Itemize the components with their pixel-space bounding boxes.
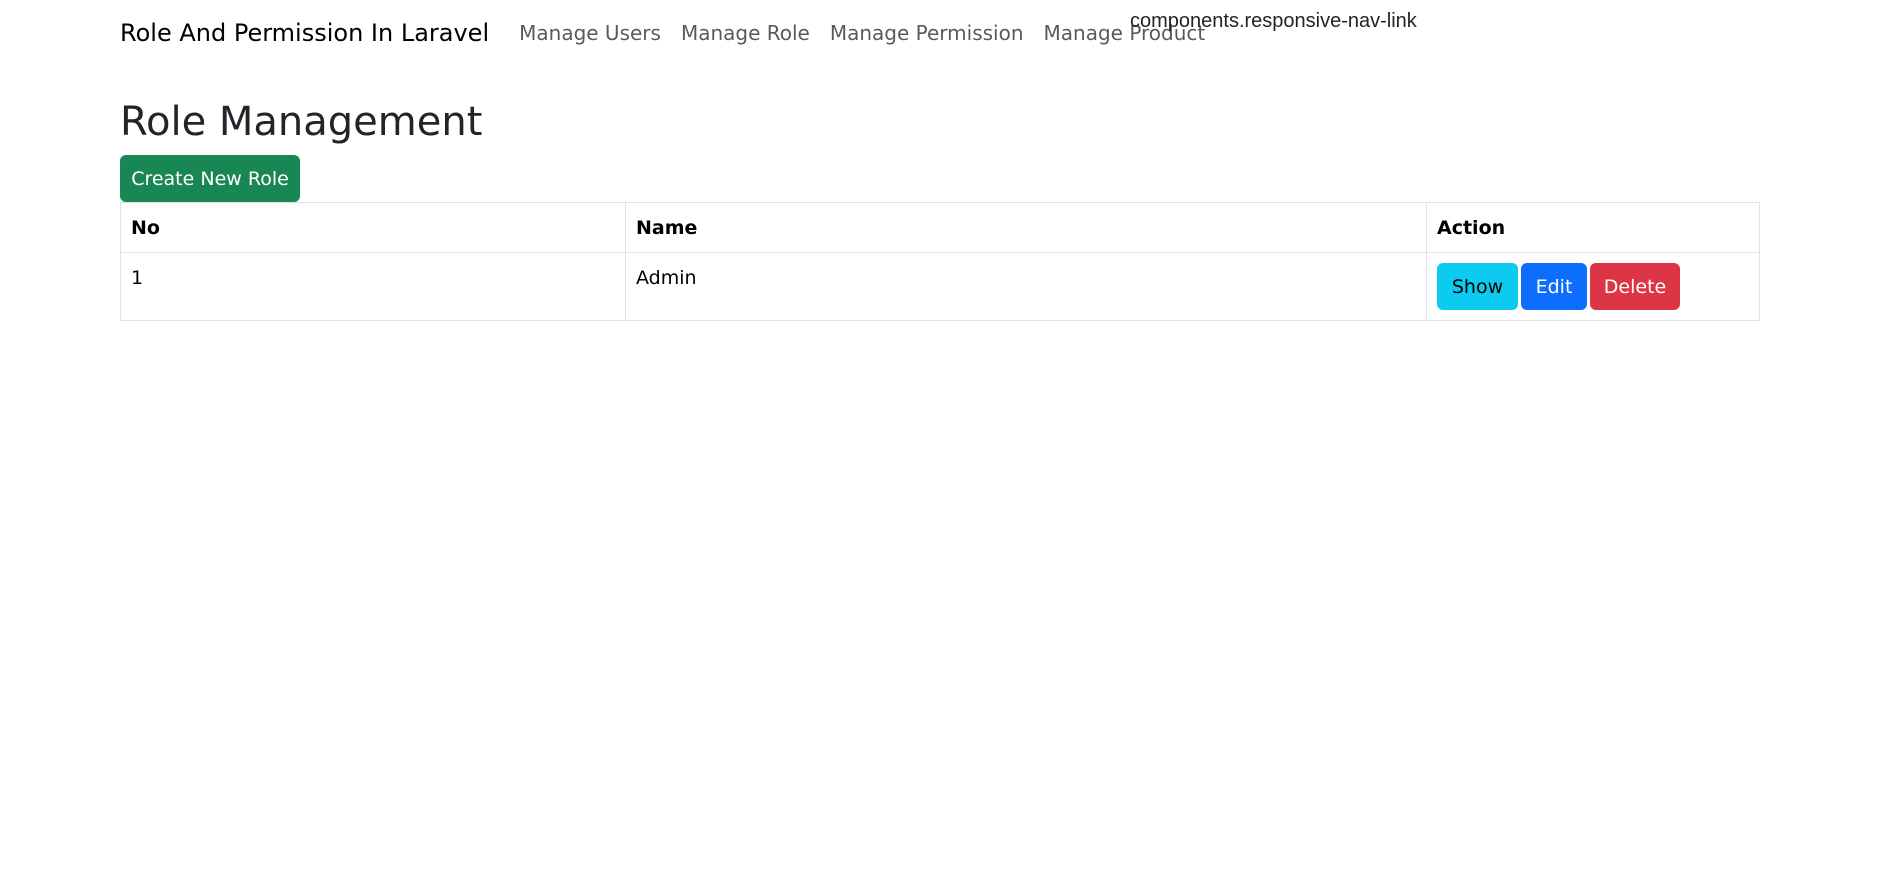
nav-link-manage-permission[interactable]: Manage Permission: [820, 21, 1034, 45]
table-row: 1 Admin Show Edit Delete: [120, 252, 1760, 321]
cell-no: 1: [120, 252, 626, 321]
column-header-name: Name: [625, 202, 1427, 253]
delete-button[interactable]: Delete: [1590, 263, 1680, 310]
page-title: Role Management: [120, 99, 483, 145]
nav-link-manage-role[interactable]: Manage Role: [671, 21, 820, 45]
table-header-row: No Name Action: [120, 202, 1760, 253]
navbar: Role And Permission In Laravel Manage Us…: [120, 0, 1215, 66]
navbar-brand[interactable]: Role And Permission In Laravel: [120, 19, 489, 47]
roles-table: No Name Action 1 Admin Show Edit Delete: [120, 202, 1760, 321]
edit-button[interactable]: Edit: [1521, 263, 1587, 310]
cell-name: Admin: [625, 252, 1427, 321]
responsive-nav-link[interactable]: components.responsive-nav-link: [1130, 10, 1417, 33]
column-header-no: No: [120, 202, 626, 253]
column-header-action: Action: [1426, 202, 1760, 253]
show-button[interactable]: Show: [1437, 263, 1518, 310]
cell-actions: Show Edit Delete: [1426, 252, 1760, 321]
create-new-role-button[interactable]: Create New Role: [120, 155, 300, 202]
nav-link-manage-users[interactable]: Manage Users: [519, 21, 671, 45]
